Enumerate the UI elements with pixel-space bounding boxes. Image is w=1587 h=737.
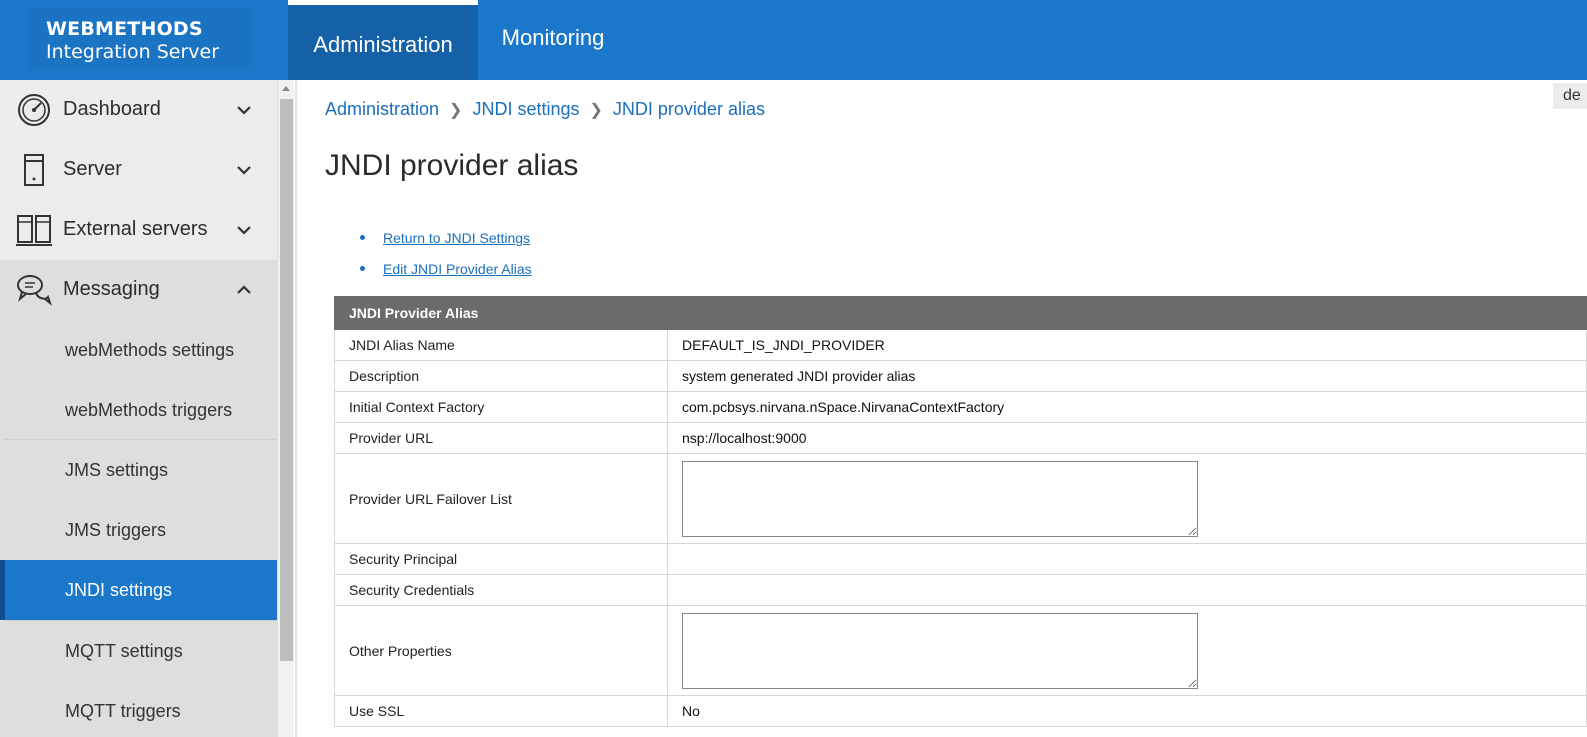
chevron-right-icon: ❯ (449, 101, 463, 119)
row-value: com.pcbsys.nirvana.nSpace.NirvanaContext… (667, 391, 1587, 423)
table-row: Provider URL nsp://localhost:9000 (334, 422, 1587, 454)
row-value (667, 574, 1587, 606)
table-row: JNDI Alias Name DEFAULT_IS_JNDI_PROVIDER (334, 329, 1587, 361)
server-rack-icon (16, 215, 52, 246)
logo-brand-text: WEBMETHODS (46, 18, 203, 40)
sidebar-item-dashboard[interactable]: Dashboard (0, 80, 277, 140)
sidebar-item-external-servers[interactable]: External servers (0, 200, 277, 260)
sidebar-subitem-webmethods-settings[interactable]: webMethods settings (0, 320, 277, 380)
tab-administration[interactable]: Administration (288, 0, 478, 80)
chevron-up-icon (237, 285, 251, 294)
sidebar-subitem-label: MQTT settings (65, 641, 183, 661)
tab-monitoring[interactable]: Monitoring (478, 0, 628, 80)
table-row: Provider URL Failover List (334, 453, 1587, 544)
top-header: WEBMETHODS Integration Server Administra… (0, 0, 1587, 80)
row-value: No (667, 695, 1587, 727)
chevron-down-icon (237, 106, 251, 115)
row-value: nsp://localhost:9000 (667, 422, 1587, 454)
bullet-icon (360, 266, 365, 271)
return-to-jndi-settings-link[interactable]: Return to JNDI Settings (383, 230, 530, 246)
table-row: Use SSL No (334, 695, 1587, 727)
other-properties-textarea[interactable] (682, 612, 1198, 689)
sidebar-item-label: Messaging (63, 278, 160, 300)
row-value-cell (667, 605, 1587, 696)
row-label: Initial Context Factory (334, 391, 668, 423)
row-value: system generated JNDI provider alias (667, 360, 1587, 392)
provider-url-failover-textarea[interactable] (682, 460, 1198, 537)
sidebar-subitem-label: JNDI settings (65, 580, 173, 600)
chevron-down-icon (237, 226, 251, 235)
sidebar-subitem-mqtt-settings[interactable]: MQTT settings (0, 621, 277, 681)
row-label: Description (334, 360, 668, 392)
product-logo[interactable]: WEBMETHODS Integration Server (28, 8, 250, 70)
sidebar-item-label: Server (63, 158, 122, 180)
table-header-row: JNDI Provider Alias (334, 296, 1587, 330)
row-label: Use SSL (334, 695, 668, 727)
row-label: JNDI Alias Name (334, 329, 668, 361)
table-row: Description system generated JNDI provid… (334, 360, 1587, 392)
row-label: Other Properties (334, 605, 668, 696)
table-row: Initial Context Factory com.pcbsys.nirva… (334, 391, 1587, 423)
sidebar-scrollbar[interactable] (277, 80, 294, 737)
table-row: Security Credentials (334, 574, 1587, 606)
sidebar-subitem-label: MQTT triggers (65, 701, 181, 721)
scroll-up-arrow-icon[interactable] (282, 86, 290, 91)
corner-tag: de (1553, 83, 1587, 109)
content-divider (295, 80, 297, 737)
sidebar-subitem-label: webMethods settings (65, 340, 235, 360)
sidebar-subitem-label: JMS triggers (65, 520, 167, 540)
sidebar-item-messaging[interactable]: Messaging (0, 260, 277, 320)
page-title: JNDI provider alias (325, 149, 579, 182)
table-row: Other Properties (334, 605, 1587, 696)
sidebar-subitem-label: webMethods triggers (65, 400, 233, 420)
sidebar-item-server[interactable]: Server (0, 140, 277, 200)
sidebar-subitem-jms-settings[interactable]: JMS settings (0, 440, 277, 500)
sidebar-item-label: Dashboard (63, 98, 161, 120)
row-label: Provider URL Failover List (334, 453, 668, 544)
edit-jndi-provider-alias-link[interactable]: Edit JNDI Provider Alias (383, 261, 532, 277)
sidebar-subitem-webmethods-triggers[interactable]: webMethods triggers (0, 380, 277, 440)
breadcrumb: Administration ❯ JNDI settings ❯ JNDI pr… (325, 99, 765, 120)
bullet-icon (360, 235, 365, 240)
row-value: DEFAULT_IS_JNDI_PROVIDER (667, 329, 1587, 361)
jndi-provider-alias-table: JNDI Provider Alias JNDI Alias Name DEFA… (334, 296, 1587, 727)
sidebar-subitem-jndi-settings[interactable]: JNDI settings (0, 560, 277, 620)
row-label: Provider URL (334, 422, 668, 454)
scrollbar-thumb[interactable] (280, 99, 293, 661)
sidebar-subitem-jms-triggers[interactable]: JMS triggers (0, 500, 277, 560)
breadcrumb-administration[interactable]: Administration (325, 99, 439, 120)
row-value-cell (667, 453, 1587, 544)
row-label: Security Credentials (334, 574, 668, 606)
table-row: Security Principal (334, 543, 1587, 575)
breadcrumb-jndi-settings[interactable]: JNDI settings (472, 99, 579, 120)
table-header: JNDI Provider Alias (334, 296, 1587, 330)
sidebar-nav: Dashboard Server External servers Messag… (0, 80, 277, 737)
chevron-down-icon (237, 166, 251, 175)
sidebar-subitem-label: JMS settings (65, 460, 169, 480)
sidebar-subitem-mqtt-triggers[interactable]: MQTT triggers (0, 681, 277, 737)
breadcrumb-jndi-provider-alias[interactable]: JNDI provider alias (613, 99, 765, 120)
row-label: Security Principal (334, 543, 668, 575)
sidebar-item-label: External servers (63, 218, 208, 240)
row-value (667, 543, 1587, 575)
chevron-right-icon: ❯ (589, 101, 603, 119)
gauge-icon (18, 94, 50, 126)
chat-bubbles-icon (17, 275, 52, 306)
server-icon (24, 154, 44, 186)
logo-product-text: Integration Server (46, 41, 220, 63)
